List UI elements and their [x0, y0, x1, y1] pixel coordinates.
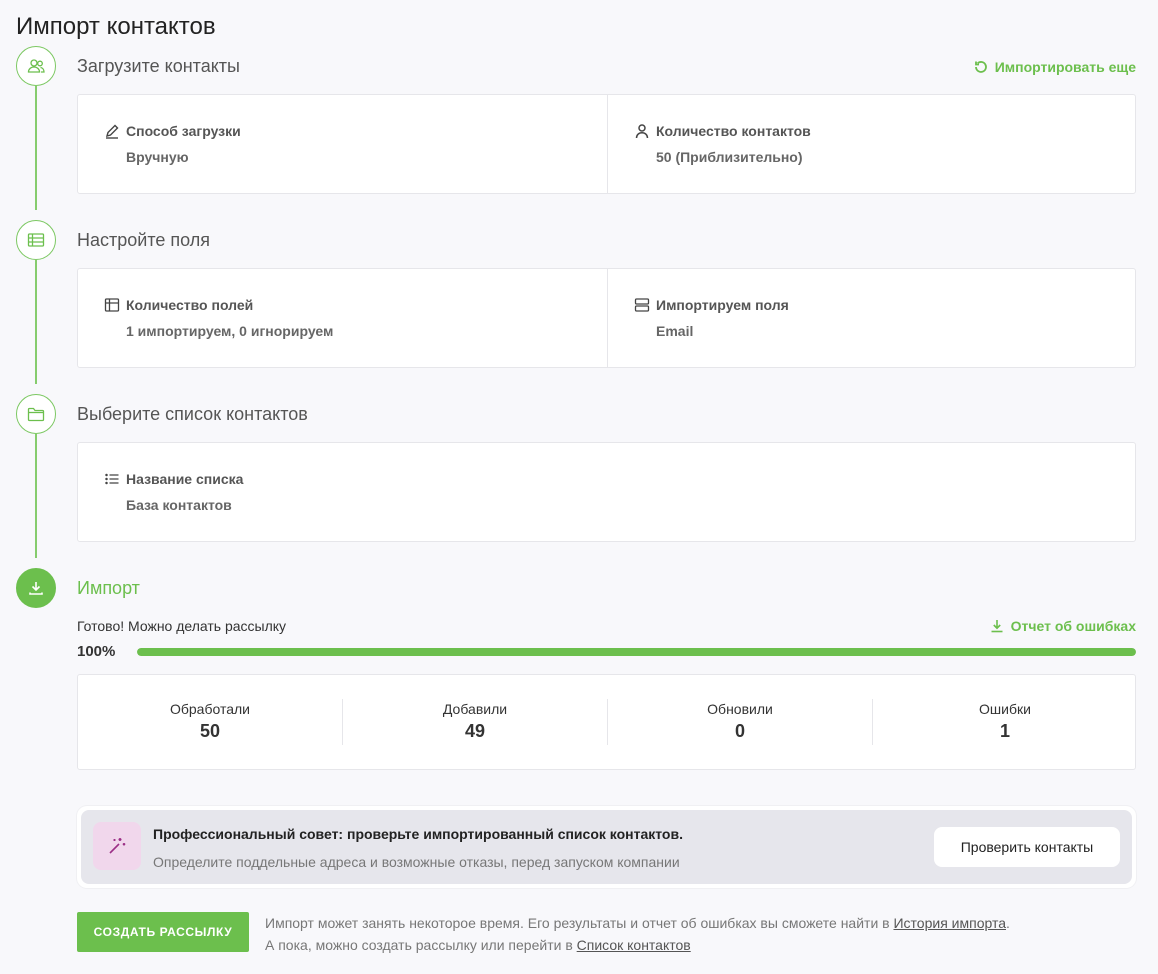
list-summary-card: Название списка База контактов — [77, 442, 1136, 542]
footer-note-text-2: А пока, можно создать рассылку или перей… — [265, 937, 577, 953]
upload-method-value: Вручную — [126, 149, 189, 165]
contacts-count-cell: Количество контактов 50 (Приблизительно) — [607, 95, 1137, 193]
timeline-rail — [35, 434, 37, 558]
import-status-text: Готово! Можно делать рассылку — [77, 618, 287, 634]
imported-fields-label: Импортируем поля — [656, 297, 789, 313]
fields-count-value: 1 импортируем, 0 игнорируем — [126, 323, 334, 339]
step-4-circle — [16, 568, 56, 608]
table-icon — [27, 233, 45, 247]
tip-subtitle: Определите поддельные адреса и возможные… — [153, 854, 680, 870]
step-1-title: Загрузите контакты — [77, 56, 240, 76]
page-title: Импорт контактов — [16, 13, 216, 40]
list-name-value: База контактов — [126, 497, 232, 513]
imported-fields-value: Email — [656, 323, 694, 339]
stat-value: 1 — [999, 721, 1010, 741]
download-report-icon — [991, 620, 1003, 633]
step-1-circle — [16, 46, 56, 86]
magic-wand-icon — [109, 838, 126, 854]
stat-label: Добавили — [442, 701, 508, 717]
check-contacts-button[interactable]: Проверить контакты — [934, 827, 1120, 867]
stat-added: Добавили 49 — [343, 675, 607, 769]
refresh-icon — [974, 61, 987, 73]
upload-method-cell: Способ загрузки Вручную — [78, 95, 607, 193]
stat-errors: Ошибки 1 — [873, 675, 1137, 769]
stat-value: 0 — [734, 721, 745, 741]
step-3-circle — [16, 394, 56, 434]
import-more-link[interactable]: Импортировать еще — [973, 59, 1136, 75]
import-stats-card: Обработали 50 Добавили 49 Обновили 0 Оши… — [77, 674, 1136, 770]
progress-percent: 100% — [77, 643, 116, 660]
footer-note-line-2: А пока, можно создать рассылку или перей… — [265, 934, 1010, 956]
tip-title: Профессиональный совет: проверьте импорт… — [153, 826, 683, 842]
pro-tip-inner: Профессиональный совет: проверьте импорт… — [81, 810, 1132, 884]
step-2-circle — [16, 220, 56, 260]
contacts-list-link[interactable]: Список контактов — [577, 937, 691, 953]
fields-summary-card: Количество полей 1 импортируем, 0 игнори… — [77, 268, 1136, 368]
upload-summary-card: Способ загрузки Вручную Количество конта… — [77, 94, 1136, 194]
stat-processed: Обработали 50 — [78, 675, 342, 769]
list-icon — [105, 473, 119, 485]
pro-tip-banner: Профессиональный совет: проверьте импорт… — [77, 806, 1136, 888]
rows-icon — [634, 298, 650, 312]
import-more-label: Импортировать еще — [994, 59, 1136, 75]
timeline-rail — [35, 86, 37, 210]
progress-fill — [137, 648, 1136, 656]
tip-icon-box — [93, 822, 141, 870]
imported-fields-cell: Импортируем поля Email — [607, 269, 1137, 367]
contacts-count-label: Количество контактов — [656, 123, 811, 139]
fields-count-label: Количество полей — [126, 297, 254, 313]
pencil-icon — [105, 124, 119, 139]
step-3-title: Выберите список контактов — [77, 404, 308, 424]
stat-label: Ошибки — [979, 701, 1031, 717]
user-icon — [635, 124, 649, 139]
footer-note-line-1: Импорт может занять некоторое время. Его… — [265, 912, 1010, 934]
timeline-rail — [35, 260, 37, 384]
footer-note-text-1: Импорт может занять некоторое время. Его… — [265, 915, 894, 931]
error-report-link[interactable]: Отчет об ошибках — [989, 618, 1136, 634]
upload-method-label: Способ загрузки — [126, 123, 241, 139]
stat-label: Обновили — [707, 701, 773, 717]
users-icon — [27, 59, 45, 73]
import-history-link[interactable]: История импорта — [893, 915, 1006, 931]
footer-note-end: . — [1006, 915, 1010, 931]
progress-bar — [137, 648, 1136, 656]
stat-label: Обработали — [169, 701, 250, 717]
fields-count-cell: Количество полей 1 импортируем, 0 игнори… — [78, 269, 607, 367]
footer-note: Импорт может занять некоторое время. Его… — [265, 912, 1010, 956]
step-4-title: Импорт — [77, 578, 140, 598]
download-icon — [29, 582, 43, 595]
step-2-title: Настройте поля — [77, 230, 210, 250]
folder-icon — [27, 407, 45, 422]
list-name-cell: Название списка База контактов — [78, 443, 1137, 541]
stat-updated: Обновили 0 — [608, 675, 872, 769]
create-campaign-button[interactable]: СОЗДАТЬ РАССЫЛКУ — [77, 912, 249, 952]
list-name-label: Название списка — [126, 471, 244, 487]
stat-value: 49 — [464, 721, 486, 741]
contacts-count-value: 50 (Приблизительно) — [656, 149, 803, 165]
error-report-label: Отчет об ошибках — [1010, 618, 1136, 634]
stat-value: 50 — [199, 721, 221, 741]
table-columns-icon — [104, 298, 120, 312]
